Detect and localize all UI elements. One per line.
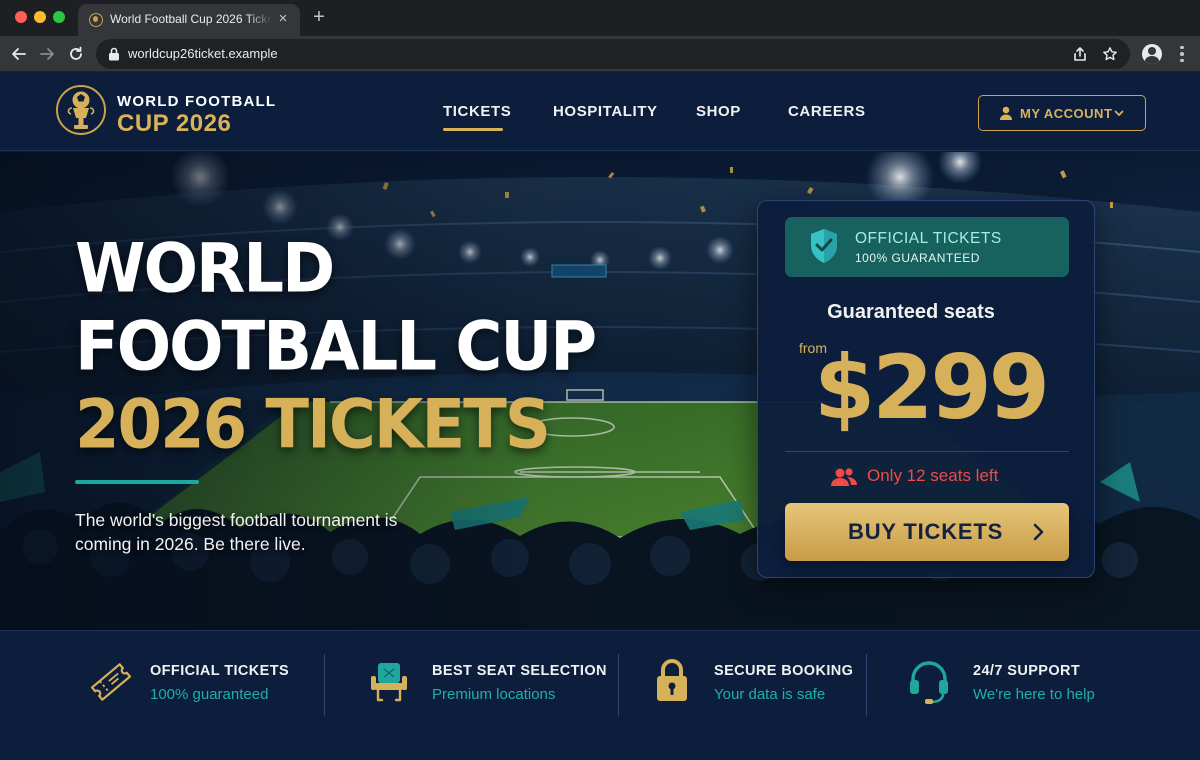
address-bar[interactable]: worldcup26ticket.example [96,39,1130,69]
browser-tab[interactable]: World Football Cup 2026 Tickets × [78,4,300,36]
nav-shop[interactable]: SHOP [696,103,741,120]
hero-accent-rule [75,480,199,484]
seat-icon [371,663,407,702]
official-tickets-badge: OFFICIAL TICKETS 100% GUARANTEED [785,217,1069,277]
browser-tab-bar: World Football Cup 2026 Tickets × + [0,0,1200,36]
active-nav-indicator [443,128,503,131]
padlock-icon [657,659,687,701]
hero-title: WORLD FOOTBALL CUP 2026 TICKETS [75,228,635,464]
url-text: worldcup26ticket.example [128,46,278,61]
feature-official-tickets: OFFICIAL TICKETS 100% guaranteed [0,631,324,760]
feature-title: OFFICIAL TICKETS [150,663,290,679]
card-headline: Guaranteed seats [827,301,995,323]
my-account-label: MY ACCOUNT [1020,106,1113,121]
official-tickets-title: OFFICIAL TICKETS [855,230,1002,247]
favicon-icon [89,13,103,27]
shield-check-icon [811,229,837,263]
tab-title: World Football Cup 2026 Tickets [110,12,272,26]
people-icon [831,468,857,486]
hero-section: WORLD FOOTBALL CUP 2026 TICKETS The worl… [0,152,1200,630]
lock-icon [108,47,120,66]
browser-toolbar: worldcup26ticket.example [0,36,1200,72]
nav-hospitality[interactable]: HOSPITALITY [553,103,658,120]
buy-tickets-label: BUY TICKETS [848,519,1004,544]
user-icon [1000,106,1012,120]
my-account-button[interactable]: MY ACCOUNT [978,95,1146,131]
official-tickets-subtitle: 100% GUARANTEED [855,251,980,265]
profile-avatar-icon[interactable] [1142,44,1162,64]
hero-title-line1: WORLD [75,230,335,309]
forward-button[interactable] [34,41,60,67]
back-button[interactable] [6,41,32,67]
chevron-down-icon [1114,110,1124,116]
window-minimize-button[interactable] [34,11,46,23]
card-divider [785,451,1069,452]
features-bar: OFFICIAL TICKETS 100% guaranteed BEST SE… [0,630,1200,760]
brand-name-line2[interactable]: CUP 2026 [117,110,231,138]
trophy-logo-icon[interactable] [55,81,107,141]
feature-seat-selection: BEST SEAT SELECTION Premium locations [325,631,618,760]
nav-careers[interactable]: CAREERS [788,103,866,120]
browser-menu-icon[interactable] [1172,44,1192,64]
reload-button[interactable] [63,41,89,67]
feature-subtitle: 100% guaranteed [150,686,269,703]
new-tab-button[interactable]: + [308,6,330,28]
hero-subtitle: The world's biggest football tournament … [75,510,398,554]
bookmark-star-icon[interactable] [1101,45,1119,63]
window-maximize-button[interactable] [53,11,65,23]
feature-subtitle: Your data is safe [714,686,826,703]
feature-title: SECURE BOOKING [714,663,854,679]
buy-tickets-button[interactable]: BUY TICKETS [785,503,1069,561]
brand-name-line1[interactable]: WORLD FOOTBALL [117,93,276,110]
feature-subtitle: We're here to help [973,686,1095,703]
nav-tickets[interactable]: TICKETS [443,103,511,120]
hero-title-line2: FOOTBALL CUP [75,308,597,387]
share-icon[interactable] [1071,45,1089,63]
tab-close-icon[interactable]: × [274,10,292,28]
site-header: WORLD FOOTBALL CUP 2026 TICKETS HOSPITAL… [0,73,1200,151]
ticket-icon [90,663,132,701]
feature-secure-booking: SECURE BOOKING Your data is safe [619,631,866,760]
price-value: $299 [814,336,1050,439]
feature-title: 24/7 SUPPORT [973,663,1081,679]
feature-subtitle: Premium locations [432,686,556,703]
chevron-right-icon [1033,523,1044,541]
seats-left-alert: Only 12 seats left [867,466,999,485]
headset-icon [910,661,948,704]
hero-title-line3: 2026 TICKETS [75,386,551,465]
feature-title: BEST SEAT SELECTION [432,663,607,679]
window-close-button[interactable] [15,11,27,23]
feature-support: 24/7 SUPPORT We're here to help [867,631,1200,760]
ticket-offer-card: OFFICIAL TICKETS 100% GUARANTEED Guarant… [757,200,1095,578]
